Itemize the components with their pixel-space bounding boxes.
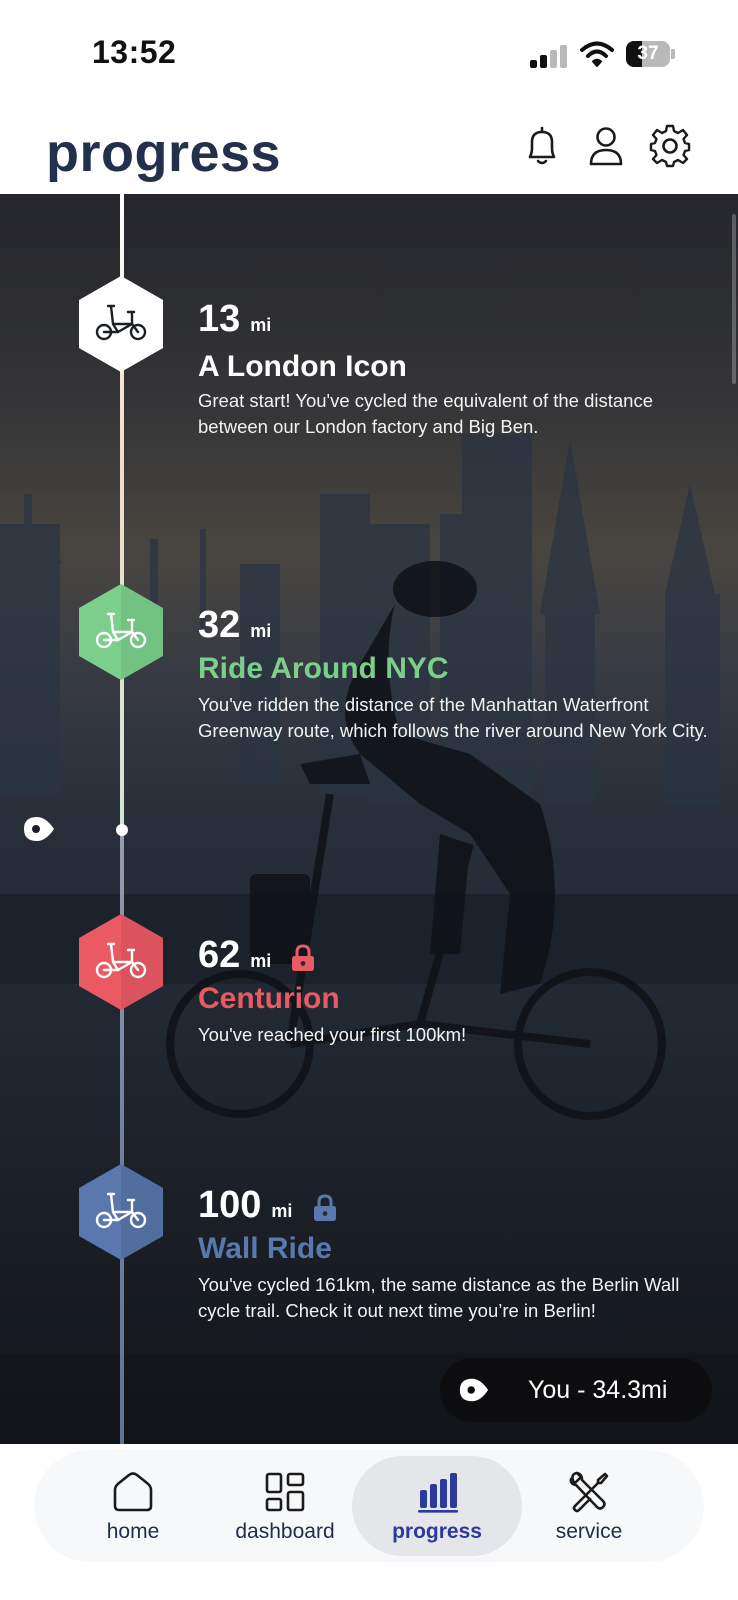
- milestone-description: You've cycled 161km, the same distance a…: [198, 1274, 680, 1321]
- milestone-description: Great start! You've cycled the equivalen…: [198, 390, 654, 437]
- battery-icon: 37: [626, 41, 675, 67]
- profile-icon[interactable]: [584, 124, 628, 168]
- scrollbar[interactable]: [732, 214, 736, 384]
- milestone-title: Centurion: [198, 982, 340, 1015]
- bottom-nav: home dashboard progress service: [0, 1444, 738, 1600]
- page-title: progress: [46, 123, 282, 183]
- nav-item-dashboard[interactable]: dashboard: [200, 1456, 370, 1556]
- dashboard-icon: [265, 1472, 305, 1512]
- milestone-distance: 100 mi: [198, 1184, 293, 1226]
- nav-label-home: home: [106, 1520, 160, 1543]
- milestone-title: Ride Around NYC: [198, 652, 449, 685]
- nav-label-service: service: [555, 1520, 623, 1543]
- page-header: progress: [0, 110, 738, 194]
- milestone-badge[interactable]: [76, 912, 166, 1012]
- lock-icon: [292, 944, 314, 971]
- rider-position-icon: [24, 817, 54, 841]
- nav-label-progress: progress: [392, 1520, 482, 1543]
- current-position-dot: [116, 824, 128, 836]
- nav-tray: home dashboard progress service: [34, 1450, 704, 1562]
- current-distance-label: You - 34.3mi: [528, 1376, 668, 1404]
- milestone-badge[interactable]: [76, 274, 166, 374]
- status-time: 13:52: [92, 34, 177, 70]
- bell-icon[interactable]: [520, 124, 564, 168]
- wifi-icon: [580, 41, 614, 67]
- gear-icon[interactable]: [648, 124, 692, 168]
- battery-level: 37: [637, 43, 659, 64]
- current-distance-button[interactable]: You - 34.3mi: [440, 1358, 712, 1422]
- lock-icon: [314, 1194, 336, 1221]
- nav-item-home[interactable]: home: [48, 1456, 218, 1556]
- status-bar: 13:52 37: [0, 0, 738, 110]
- milestone-description: You've ridden the distance of the Manhat…: [198, 694, 708, 741]
- rider-position-icon: [459, 1378, 489, 1402]
- home-icon: [113, 1472, 153, 1512]
- nav-item-progress[interactable]: progress: [352, 1456, 522, 1556]
- milestone-distance: 32 mi: [198, 604, 272, 646]
- bar-chart-icon: [418, 1473, 458, 1513]
- nav-label-dashboard: dashboard: [235, 1520, 335, 1543]
- progress-timeline[interactable]: 13 mi A London Icon Great start! You've c…: [0, 194, 738, 1444]
- milestone-distance: 62 mi: [198, 934, 272, 976]
- signal-icon: [530, 44, 570, 68]
- milestone-title: A London Icon: [198, 350, 407, 383]
- milestone-badge[interactable]: [76, 582, 166, 682]
- milestone-title: Wall Ride: [198, 1232, 332, 1265]
- nav-item-service[interactable]: service: [504, 1456, 674, 1556]
- milestone-description: You've reached your first 100km!: [198, 1024, 467, 1045]
- milestone-distance: 13 mi: [198, 298, 272, 340]
- wrench-screwdriver-icon: [569, 1471, 609, 1513]
- milestone-badge[interactable]: [76, 1162, 166, 1262]
